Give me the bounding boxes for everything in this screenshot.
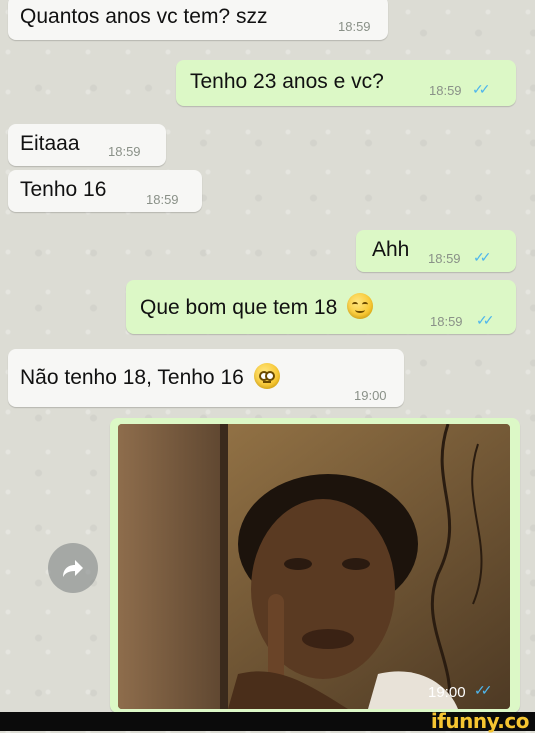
watermark-bar: ifunny.co <box>0 709 535 733</box>
flushed-face-icon <box>253 363 280 389</box>
read-ticks-icon: ✓✓ <box>474 682 493 698</box>
read-ticks-icon: ✓✓ <box>476 312 495 328</box>
message-text-content: Não tenho 18, Tenho 16 <box>20 366 244 389</box>
outgoing-photo-message[interactable]: 19:00 ✓✓ <box>110 418 520 713</box>
message-time: 18:59 <box>146 192 179 207</box>
message-text: Quantos anos vc tem? szz <box>20 5 268 28</box>
message-text: Ahh <box>372 238 410 261</box>
message-text-content: Que bom que tem 18 <box>140 296 338 319</box>
forward-arrow-icon <box>63 560 83 577</box>
photo-image <box>118 424 510 709</box>
ifunny-watermark: ifunny.co <box>430 709 530 733</box>
read-ticks-icon: ✓✓ <box>473 249 492 265</box>
outgoing-message[interactable]: Tenho 23 anos e vc? 18:59 ✓✓ <box>176 60 516 106</box>
outgoing-message[interactable]: Que bom que tem 18 18:59 ✓✓ <box>126 280 516 334</box>
chat-area: Quantos anos vc tem? szz 18:59 Tenho 23 … <box>0 0 535 713</box>
photo-time: 19:00 <box>428 684 466 701</box>
smirking-face-icon <box>347 293 374 319</box>
incoming-message[interactable]: Quantos anos vc tem? szz 18:59 <box>8 0 388 40</box>
message-text: Eitaaa <box>20 132 80 155</box>
message-time: 18:59 <box>108 144 141 159</box>
message-text: Tenho 23 anos e vc? <box>190 70 384 93</box>
message-time: 18:59 <box>428 251 461 266</box>
read-ticks-icon: ✓✓ <box>472 81 491 97</box>
message-text: Tenho 16 <box>20 178 107 201</box>
incoming-message[interactable]: Eitaaa 18:59 <box>8 124 166 166</box>
incoming-message[interactable]: Tenho 16 18:59 <box>8 170 202 212</box>
message-time: 18:59 <box>430 314 463 329</box>
message-time: 18:59 <box>429 83 462 98</box>
outgoing-message[interactable]: Ahh 18:59 ✓✓ <box>356 230 516 272</box>
message-time: 19:00 <box>354 388 387 403</box>
incoming-message[interactable]: Não tenho 18, Tenho 16 19:00 <box>8 349 404 407</box>
forward-button[interactable] <box>48 543 98 593</box>
photo-thumbnail[interactable] <box>118 424 510 709</box>
message-text: Que bom que tem 18 <box>140 293 374 320</box>
message-time: 18:59 <box>338 19 371 34</box>
message-text: Não tenho 18, Tenho 16 <box>20 363 280 390</box>
